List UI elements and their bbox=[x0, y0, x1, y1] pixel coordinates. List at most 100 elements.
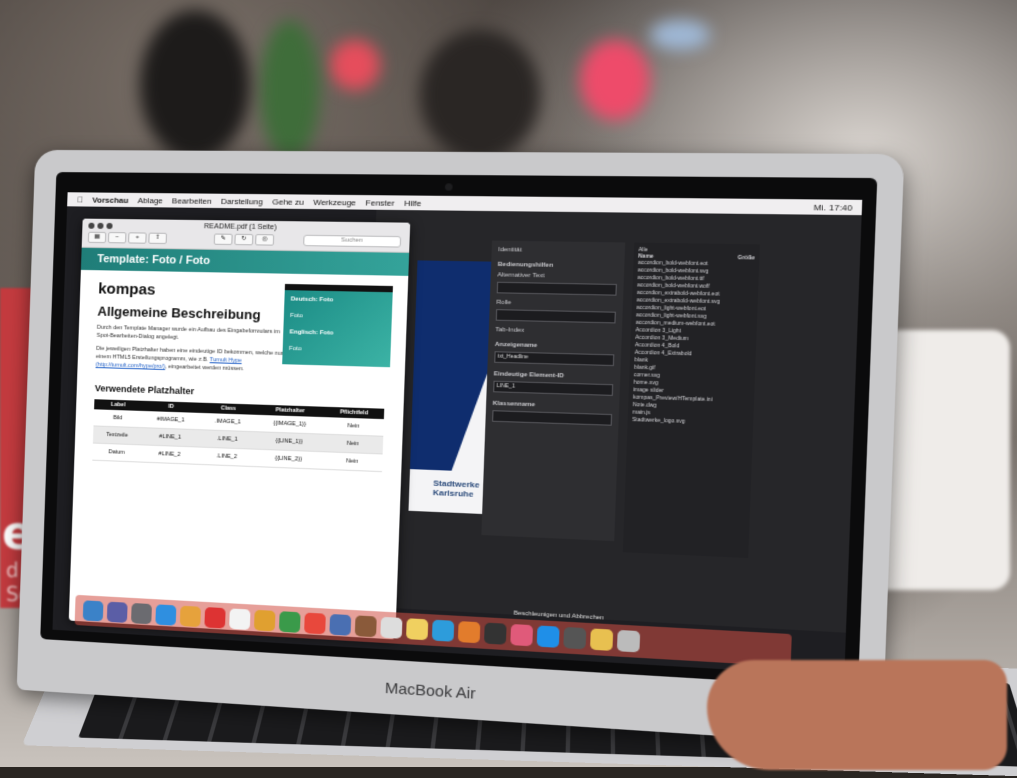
photos-icon[interactable] bbox=[278, 611, 301, 633]
table-cell: #LINE_1 bbox=[140, 427, 200, 448]
paragraph-suffix: , eingearbeitet werden müssen. bbox=[165, 363, 245, 373]
tool-icon[interactable] bbox=[304, 612, 326, 635]
people-silhouette bbox=[420, 30, 540, 160]
identity-inspector: Identität Bedienungshilfen Alternativer … bbox=[481, 240, 626, 542]
messages-icon[interactable] bbox=[431, 619, 455, 642]
inspector-section: Bedienungshilfen bbox=[497, 261, 554, 269]
plant-blur bbox=[260, 20, 320, 160]
table-cell: Datum bbox=[92, 443, 141, 463]
app-icon[interactable] bbox=[354, 615, 377, 638]
element-id-label: Eindeutige Element-ID bbox=[493, 371, 565, 380]
share-icon[interactable]: ⇧ bbox=[148, 232, 167, 245]
table-cell: Bild bbox=[93, 409, 142, 428]
camera-icon bbox=[444, 183, 453, 191]
screen-bezel:  Vorschau Ablage Bearbeiten Darstellung… bbox=[40, 172, 878, 689]
red-light-blur bbox=[330, 40, 380, 90]
preview-icon[interactable] bbox=[329, 613, 352, 636]
table-cell: #IMAGE_1 bbox=[141, 410, 201, 430]
markup-pen-icon[interactable]: ✎ bbox=[213, 233, 233, 246]
navy-shape bbox=[410, 260, 493, 472]
window-controls bbox=[88, 222, 113, 230]
file-list: accordion_bold-webfont.eot accordion_bold… bbox=[632, 260, 755, 428]
menu-werkzeuge[interactable]: Werkzeuge bbox=[313, 197, 356, 207]
preview-titlebar: README.pdf (1 Seite) ▦ − + ⇧ ✎ ↻ ◎ Suche… bbox=[81, 218, 411, 253]
zoom-button[interactable] bbox=[106, 222, 113, 230]
notes-icon[interactable] bbox=[229, 608, 251, 631]
display-name-input[interactable]: txt_Headline bbox=[494, 351, 615, 367]
itunes-icon[interactable] bbox=[510, 623, 534, 647]
intro-paragraph: Durch den Template Manager wurde ein Auf… bbox=[96, 324, 281, 341]
table-cell: .LINE_2 bbox=[198, 447, 256, 467]
section-heading: Verwendete Platzhalter bbox=[94, 383, 195, 397]
table-cell: {{LINE_2}} bbox=[254, 449, 323, 470]
keynote-icon[interactable] bbox=[253, 609, 276, 632]
logo-line-2: Karlsruhe bbox=[432, 487, 474, 499]
close-button[interactable] bbox=[88, 222, 95, 229]
screen:  Vorschau Ablage Bearbeiten Darstellung… bbox=[52, 192, 863, 677]
table-cell: Textzeile bbox=[92, 425, 142, 445]
role-input[interactable] bbox=[495, 309, 616, 324]
thumbnail-line-2: Foto bbox=[290, 312, 303, 320]
vlc-icon[interactable] bbox=[457, 621, 481, 644]
paragraph-prefix: Die jeweiligen Platzhalter haben eine ei… bbox=[95, 345, 291, 364]
markup-toolbar-icon[interactable]: ◎ bbox=[255, 234, 275, 246]
class-name-input[interactable] bbox=[492, 410, 613, 426]
window-title: README.pdf (1 Seite) bbox=[203, 223, 277, 232]
zoom-in-icon[interactable]: + bbox=[128, 232, 147, 244]
safari-icon[interactable] bbox=[155, 604, 177, 626]
menu-gehe-zu[interactable]: Gehe zu bbox=[272, 197, 304, 207]
trash-icon[interactable] bbox=[616, 629, 641, 653]
menu-vorschau[interactable]: Vorschau bbox=[92, 195, 128, 204]
calendar-18-icon[interactable] bbox=[380, 616, 403, 639]
menubar-clock[interactable]: Mi. 17:40 bbox=[814, 202, 863, 212]
files-header-size: Größe bbox=[737, 254, 755, 262]
zoom-out-icon[interactable]: − bbox=[107, 232, 127, 244]
alt-text-label: Alternativer Text bbox=[497, 272, 545, 280]
stickies-icon[interactable] bbox=[406, 618, 429, 641]
terminal-icon[interactable] bbox=[483, 622, 507, 645]
tab-index-checkbox[interactable]: Tab-Index bbox=[495, 327, 615, 336]
class-name-label: Klassenname bbox=[492, 400, 536, 409]
element-id-input[interactable]: LINE_1 bbox=[493, 380, 614, 396]
app-store-icon[interactable] bbox=[536, 625, 560, 648]
apple-icon[interactable]:  bbox=[77, 195, 83, 204]
hand bbox=[707, 660, 1007, 770]
table-cell: Nein bbox=[321, 451, 383, 472]
thumbnail-line-1: Deutsch: Foto bbox=[290, 296, 334, 304]
menu-darstellung[interactable]: Darstellung bbox=[221, 196, 263, 206]
finder-icon[interactable] bbox=[82, 600, 104, 622]
search-input[interactable]: Suchen bbox=[303, 234, 402, 248]
resource-library: Alle Name Größe accordion_bold-webfont.e… bbox=[622, 242, 760, 559]
placeholder-table: Label ID Class Platzhalter Pflichtfeld B… bbox=[92, 399, 385, 472]
alt-text-input[interactable] bbox=[496, 281, 617, 296]
laptop-lid:  Vorschau Ablage Bearbeiten Darstellung… bbox=[16, 149, 905, 747]
hype-icon[interactable] bbox=[590, 628, 614, 651]
system-preferences-icon[interactable] bbox=[563, 626, 587, 650]
role-label: Rolle bbox=[496, 299, 512, 307]
stadtwerke-logo: Stadtwerke Karlsruhe bbox=[433, 478, 480, 499]
preview-window: README.pdf (1 Seite) ▦ − + ⇧ ✎ ↻ ◎ Suche… bbox=[68, 218, 411, 640]
display-name-label: Anzeigename bbox=[494, 341, 538, 350]
sidebar-toggle-icon[interactable]: ▦ bbox=[87, 231, 107, 244]
blue-light-blur bbox=[650, 20, 710, 50]
template-thumbnail: Deutsch: Foto Foto Englisch: Foto Foto bbox=[282, 283, 393, 368]
pink-light-blur bbox=[580, 40, 650, 120]
rotate-icon[interactable]: ↻ bbox=[234, 233, 254, 246]
table-cell: .IMAGE_1 bbox=[199, 412, 257, 432]
siri-icon[interactable] bbox=[106, 601, 128, 623]
table-cell: #LINE_2 bbox=[140, 444, 199, 465]
calendar-icon[interactable] bbox=[204, 607, 226, 629]
menu-bearbeiten[interactable]: Bearbeiten bbox=[172, 196, 212, 206]
menu-ablage[interactable]: Ablage bbox=[137, 195, 163, 204]
launchpad-icon[interactable] bbox=[130, 602, 152, 625]
minimize-button[interactable] bbox=[97, 222, 104, 229]
person-silhouette bbox=[140, 10, 250, 160]
placeholder-paragraph: Die jeweiligen Platzhalter haben eine ei… bbox=[95, 345, 291, 375]
menu-hilfe[interactable]: Hilfe bbox=[404, 198, 422, 208]
menu-fenster[interactable]: Fenster bbox=[365, 198, 394, 208]
chrome-icon[interactable] bbox=[179, 605, 201, 628]
hype-editor-window: Stadtwerke Karlsruhe Identität Bedienung… bbox=[362, 209, 862, 633]
pdf-page: kompas Allgemeine Beschreibung Durch den… bbox=[74, 270, 408, 483]
thumbnail-top-bar bbox=[284, 283, 393, 293]
table-cell: Nein bbox=[322, 434, 384, 454]
